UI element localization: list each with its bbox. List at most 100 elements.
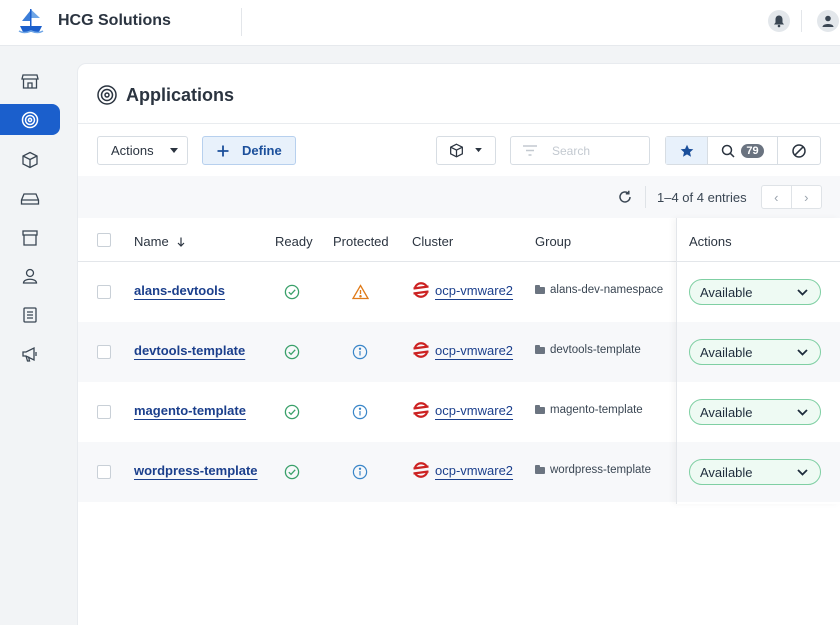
chevron-down-icon (797, 468, 808, 476)
status-dropdown[interactable]: Available (689, 399, 821, 425)
sidebar-item-users[interactable] (18, 264, 42, 288)
column-header-actions: Actions (689, 234, 732, 249)
application-name-link[interactable]: devtools-template (134, 343, 245, 358)
cluster-link[interactable]: ocp-vmware2 (435, 463, 513, 478)
filter-icon (523, 145, 537, 156)
applications-icon (97, 85, 117, 105)
folder-icon (535, 404, 545, 414)
sidebar-item-cube[interactable] (18, 148, 42, 172)
page-title: Applications (126, 84, 235, 105)
bell-icon (774, 15, 784, 28)
cluster-cell: ocp-vmware2 (412, 461, 513, 479)
sidebar-item-storage[interactable] (18, 187, 42, 211)
chevron-left-icon: ‹ (774, 189, 779, 205)
application-name-link[interactable]: magento-template (134, 403, 246, 418)
prev-page-button[interactable]: ‹ (762, 186, 792, 208)
group-label: magento-template (550, 404, 643, 416)
search-results-toggle[interactable]: 79 (708, 137, 778, 164)
group-cell: devtools-template (535, 344, 641, 356)
next-page-button[interactable]: › (792, 186, 821, 208)
protected-status (352, 404, 368, 420)
sidebar-item-applications[interactable] (0, 104, 60, 135)
group-cell: wordpress-template (535, 464, 651, 476)
cube-icon (22, 151, 38, 169)
status-label: Available (700, 464, 753, 480)
actions-dropdown[interactable]: Actions (97, 136, 188, 165)
ready-status (284, 344, 300, 360)
user-menu-button[interactable] (817, 10, 839, 32)
sidebar-item-archive[interactable] (18, 226, 42, 250)
check-circle-icon (284, 344, 300, 360)
sidebar-item-store[interactable] (18, 69, 42, 93)
info-icon (352, 404, 368, 420)
actions-dropdown-label: Actions (111, 143, 154, 158)
column-header-name[interactable]: Name (134, 234, 185, 249)
cluster-link[interactable]: ocp-vmware2 (435, 343, 513, 358)
chevron-right-icon: › (804, 189, 809, 205)
chevron-down-icon (797, 288, 808, 296)
refresh-icon[interactable] (618, 190, 632, 204)
app-title: HCG Solutions (58, 12, 171, 29)
status-dropdown[interactable]: Available (689, 339, 821, 365)
view-type-dropdown[interactable] (436, 136, 496, 165)
check-circle-icon (284, 464, 300, 480)
search-input[interactable]: Search (510, 136, 650, 165)
search-placeholder: Search (552, 143, 591, 158)
define-button[interactable]: Define (202, 136, 296, 165)
user-icon (22, 268, 38, 284)
application-name-link[interactable]: wordpress-template (134, 463, 258, 478)
status-label: Available (700, 344, 753, 360)
status-dropdown[interactable]: Available (689, 459, 821, 485)
info-icon (352, 344, 368, 360)
folder-icon (535, 284, 545, 294)
megaphone-icon (22, 346, 37, 362)
folder-icon (535, 344, 545, 354)
select-all-checkbox[interactable] (97, 233, 111, 247)
blocked-toggle[interactable] (778, 137, 820, 164)
row-checkbox[interactable] (97, 345, 111, 359)
group-label: devtools-template (550, 344, 641, 356)
application-name-link[interactable]: alans-devtools (134, 283, 225, 298)
count-badge: 79 (741, 143, 764, 158)
openshift-icon (413, 402, 429, 418)
ship-logo-icon (16, 6, 46, 36)
openshift-icon (413, 342, 429, 358)
entries-count: 1–4 of 4 entries (657, 190, 747, 205)
column-header-cluster[interactable]: Cluster (412, 234, 453, 249)
pagination-bar: 1–4 of 4 entries ‹ › (78, 176, 840, 218)
caret-down-icon (475, 148, 482, 153)
column-header-ready[interactable]: Ready (275, 234, 313, 249)
filter-toggle-group: 79 (665, 136, 821, 165)
applications-icon (21, 111, 39, 128)
status-label: Available (700, 284, 753, 300)
cluster-link[interactable]: ocp-vmware2 (435, 403, 513, 418)
sort-down-icon (177, 237, 185, 247)
info-icon (352, 464, 368, 480)
status-dropdown[interactable]: Available (689, 279, 821, 305)
status-label: Available (700, 404, 753, 420)
notifications-button[interactable] (768, 10, 790, 32)
caret-down-icon (169, 147, 178, 153)
column-header-group[interactable]: Group (535, 234, 571, 249)
ban-icon (792, 143, 806, 158)
cluster-cell: ocp-vmware2 (412, 401, 513, 419)
top-bar: HCG Solutions (0, 0, 840, 46)
plus-icon (217, 145, 229, 156)
cube-icon (450, 143, 463, 158)
header-divider (801, 10, 802, 32)
row-checkbox[interactable] (97, 465, 111, 479)
sidebar-item-announcements[interactable] (18, 342, 42, 366)
sidebar-item-documents[interactable] (18, 303, 42, 327)
cluster-cell: ocp-vmware2 (412, 281, 513, 299)
row-checkbox[interactable] (97, 285, 111, 299)
group-label: wordpress-template (550, 464, 651, 476)
column-header-protected[interactable]: Protected (333, 234, 389, 249)
cluster-link[interactable]: ocp-vmware2 (435, 283, 513, 298)
protected-status (351, 284, 370, 300)
chevron-down-icon (797, 408, 808, 416)
store-icon (21, 74, 39, 89)
favorites-toggle[interactable] (666, 137, 708, 164)
protected-status (352, 464, 368, 480)
search-icon (722, 144, 735, 158)
row-checkbox[interactable] (97, 405, 111, 419)
